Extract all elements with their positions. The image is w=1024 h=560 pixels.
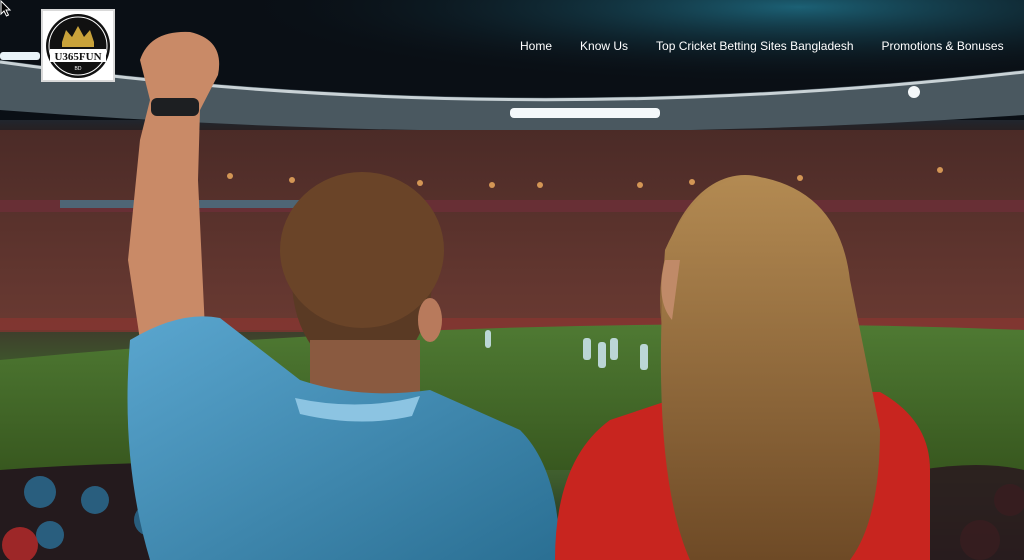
logo-text: U365FUN [54,51,101,63]
logo-subtext: BD [75,66,82,72]
mouse-cursor-icon [0,0,12,17]
watch [151,98,199,116]
nav-home[interactable]: Home [520,38,552,56]
site-logo[interactable]: U365FUN BD [41,9,115,82]
nav-know-us[interactable]: Know Us [580,38,628,56]
nav-top-cricket-betting-sites[interactable]: Top Cricket Betting Sites Bangladesh [656,38,853,56]
crown-logo-icon: U365FUN BD [46,13,110,78]
nav-promotions-bonuses[interactable]: Promotions & Bonuses [882,38,1004,56]
hero-image: U365FUN BD Home Know Us Top Cricket Bett… [0,0,1024,560]
stadium-scene [0,0,1024,560]
main-nav: Home Know Us Top Cricket Betting Sites B… [520,38,1024,56]
floodlight [510,108,660,118]
